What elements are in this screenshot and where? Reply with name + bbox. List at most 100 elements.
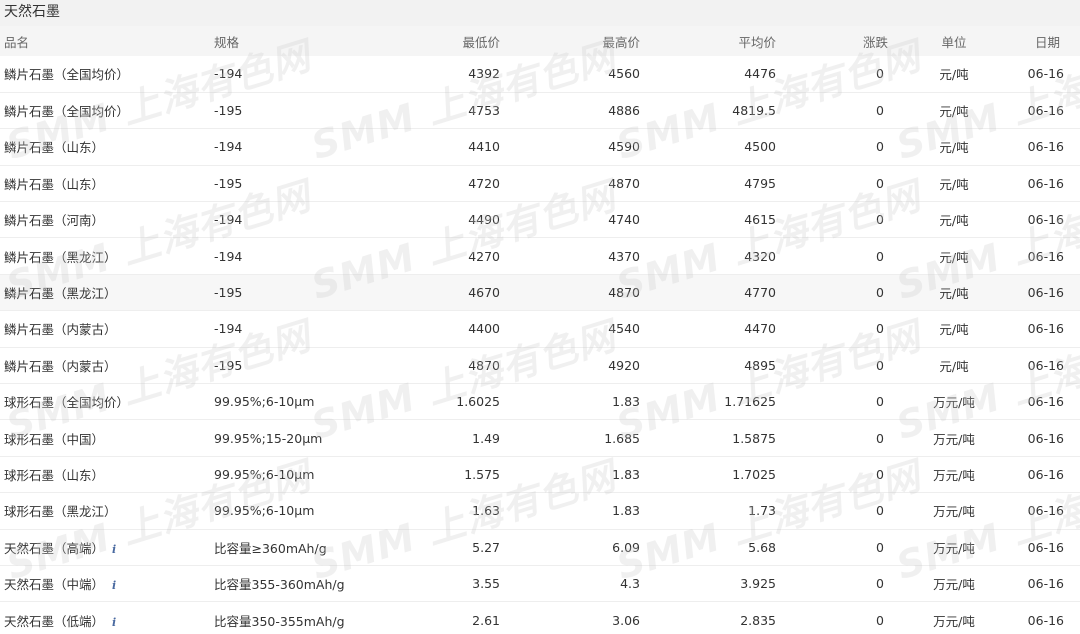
cell-date: 06-16 — [1027, 139, 1064, 155]
col-header-date: 日期 — [1034, 34, 1060, 50]
cell-avg: 5.68 — [748, 539, 776, 555]
cell-change: 0 — [876, 285, 884, 301]
cell-date: 06-16 — [1027, 248, 1064, 264]
cell-change: 0 — [876, 66, 884, 82]
cell-high: 3.06 — [612, 612, 640, 628]
cell-low: 3.55 — [472, 576, 500, 592]
cell-name: 鳞片石墨（内蒙古） — [4, 358, 117, 374]
cell-change: 0 — [876, 576, 884, 592]
cell-date: 06-16 — [1027, 103, 1064, 119]
cell-avg: 4895 — [744, 357, 776, 373]
info-icon[interactable]: i — [112, 616, 116, 629]
cell-date: 06-16 — [1027, 466, 1064, 482]
cell-high: 4.3 — [620, 576, 640, 592]
col-header-spec: 规格 — [214, 34, 240, 50]
cell-low: 1.575 — [464, 466, 500, 482]
cell-unit: 万元/吨 — [933, 504, 975, 520]
cell-spec: -195 — [214, 103, 243, 119]
cell-high: 4886 — [608, 103, 640, 119]
cell-change: 0 — [876, 175, 884, 191]
cell-high: 4920 — [608, 357, 640, 373]
cell-high: 1.83 — [612, 503, 640, 519]
cell-date: 06-16 — [1027, 612, 1064, 628]
cell-name: 鳞片石墨（河南） — [4, 213, 105, 229]
cell-spec: -194 — [214, 248, 243, 264]
cell-name: 天然石墨（低端） — [4, 613, 105, 629]
cell-name: 球形石墨（山东） — [4, 467, 105, 483]
cell-date: 06-16 — [1027, 175, 1064, 191]
cell-change: 0 — [876, 139, 884, 155]
cell-low: 4490 — [468, 212, 500, 228]
cell-unit: 万元/吨 — [933, 395, 975, 411]
col-header-name: 品名 — [4, 34, 30, 50]
cell-high: 4540 — [608, 321, 640, 337]
cell-avg: 4500 — [744, 139, 776, 155]
cell-change: 0 — [876, 430, 884, 446]
cell-low: 1.49 — [472, 430, 500, 446]
table-row: 鳞片石墨（黑龙江） -194 4270 4370 4320 0 元/吨 06-16 — [0, 238, 1080, 275]
cell-change: 0 — [876, 103, 884, 119]
table-row: 天然石墨（中端） i 比容量355-360mAh/g 3.55 4.3 3.925 0 万元/… — [0, 565, 1080, 602]
cell-spec: -195 — [214, 357, 243, 373]
cell-avg: 1.71625 — [724, 394, 776, 410]
cell-avg: 2.835 — [740, 612, 776, 628]
cell-change: 0 — [876, 539, 884, 555]
cell-name: 鳞片石墨（黑龙江） — [4, 249, 117, 265]
info-icon[interactable]: i — [112, 579, 116, 592]
cell-avg: 4795 — [744, 175, 776, 191]
cell-low: 1.63 — [472, 503, 500, 519]
cell-date: 06-16 — [1027, 430, 1064, 446]
info-icon[interactable]: i — [112, 543, 116, 556]
cell-high: 1.685 — [604, 430, 640, 446]
cell-spec: -195 — [214, 175, 243, 191]
table-row: 球形石墨（中国） 99.95%;15-20μm 1.49 1.685 1.5875 0 万元… — [0, 420, 1080, 457]
cell-date: 06-16 — [1027, 539, 1064, 555]
table-row: 天然石墨（高端） i 比容量≥360mAh/g 5.27 6.09 5.68 0 万元/吨 06… — [0, 529, 1080, 566]
cell-spec: -194 — [214, 139, 243, 155]
cell-low: 2.61 — [472, 612, 500, 628]
cell-date: 06-16 — [1027, 576, 1064, 592]
cell-spec: -195 — [214, 285, 243, 301]
table-row: 鳞片石墨（内蒙古） -195 4870 4920 4895 0 元/吨 06-16 — [0, 347, 1080, 384]
cell-high: 4560 — [608, 66, 640, 82]
cell-unit: 元/吨 — [939, 213, 969, 229]
cell-name: 球形石墨（全国均价） — [4, 395, 130, 411]
cell-avg: 1.5875 — [732, 430, 776, 446]
cell-name: 球形石墨（中国） — [4, 431, 105, 447]
cell-spec: 99.95%;6-10μm — [214, 394, 315, 410]
table-row: 球形石墨（黑龙江） 99.95%;6-10μm 1.63 1.83 1.73 0 万元/吨 0… — [0, 493, 1080, 530]
cell-unit: 万元/吨 — [933, 467, 975, 483]
col-header-unit: 单位 — [941, 34, 967, 50]
cell-date: 06-16 — [1027, 212, 1064, 228]
cell-low: 4270 — [468, 248, 500, 264]
cell-spec: 比容量355-360mAh/g — [214, 577, 345, 593]
cell-change: 0 — [876, 248, 884, 264]
cell-unit: 元/吨 — [939, 358, 969, 374]
cell-avg: 4770 — [744, 285, 776, 301]
cell-spec: 99.95%;15-20μm — [214, 430, 323, 446]
cell-unit: 元/吨 — [939, 67, 969, 83]
cell-high: 4870 — [608, 285, 640, 301]
cell-high: 1.83 — [612, 466, 640, 482]
cell-change: 0 — [876, 357, 884, 373]
cell-unit: 元/吨 — [939, 140, 969, 156]
cell-name: 天然石墨（中端） — [4, 577, 105, 593]
cell-date: 06-16 — [1027, 66, 1064, 82]
cell-unit: 万元/吨 — [933, 431, 975, 447]
cell-change: 0 — [876, 612, 884, 628]
cell-low: 4720 — [468, 175, 500, 191]
table-row: 鳞片石墨（河南） -194 4490 4740 4615 0 元/吨 06-16 — [0, 202, 1080, 238]
table-row: 鳞片石墨（黑龙江） -195 4670 4870 4770 0 元/吨 06-16 — [0, 274, 1080, 311]
cell-name: 鳞片石墨（全国均价） — [4, 67, 130, 83]
cell-high: 4740 — [608, 212, 640, 228]
cell-unit: 元/吨 — [939, 104, 969, 120]
price-table: 品名 规格 最低价 最高价 平均价 涨跌 单位 日期 鳞片石墨（全国均价） -19… — [0, 26, 1080, 634]
table-header-row: 品名 规格 最低价 最高价 平均价 涨跌 单位 日期 — [0, 26, 1080, 56]
cell-unit: 万元/吨 — [933, 540, 975, 556]
cell-low: 4392 — [468, 66, 500, 82]
col-header-avg: 平均价 — [738, 34, 776, 50]
table-row: 鳞片石墨（山东） -194 4410 4590 4500 0 元/吨 06-16 — [0, 129, 1080, 166]
cell-avg: 4819.5 — [732, 103, 776, 119]
cell-spec: 99.95%;6-10μm — [214, 503, 315, 519]
cell-name: 鳞片石墨（山东） — [4, 140, 105, 156]
